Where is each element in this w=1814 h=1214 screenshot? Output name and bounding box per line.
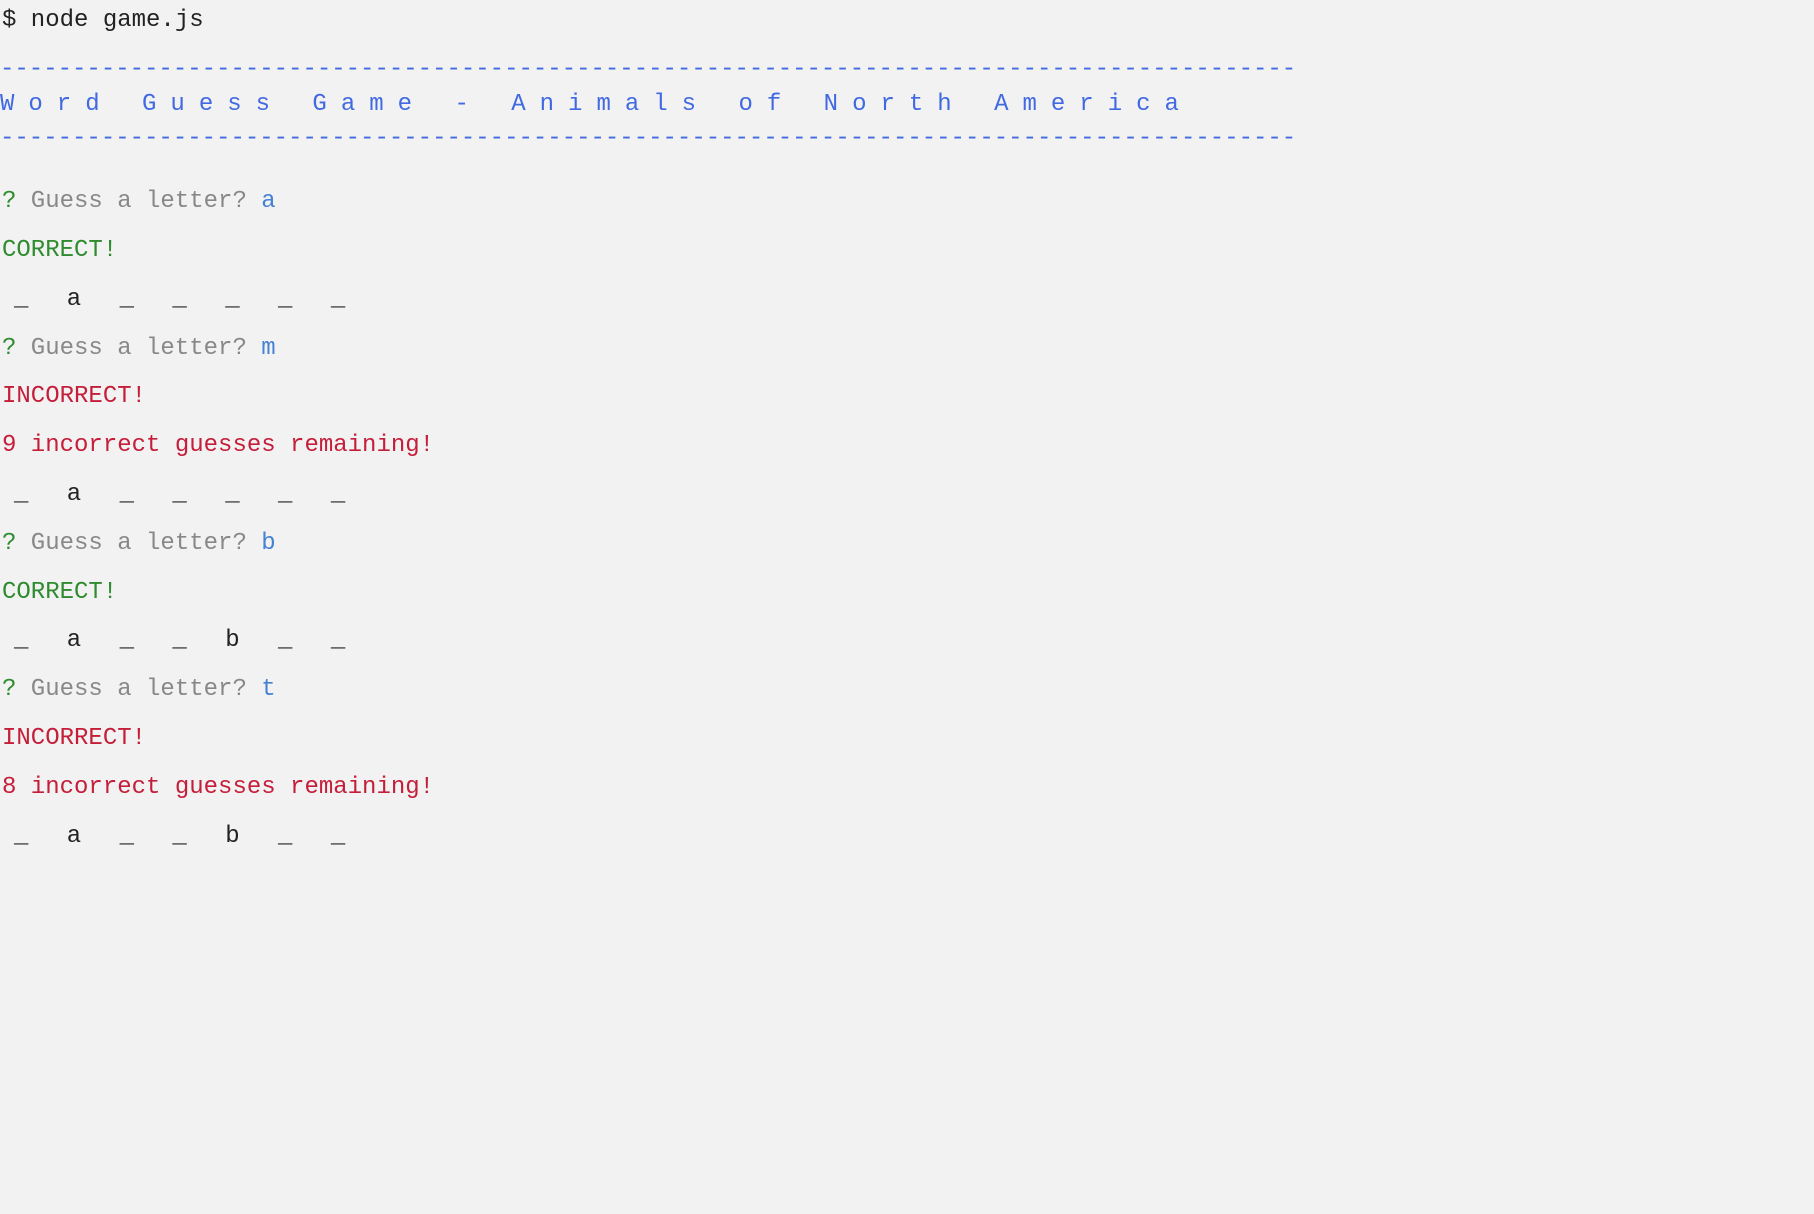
spacer [0,220,1814,234]
spacer [0,806,1814,820]
spacer [0,513,1814,527]
spacer [0,415,1814,429]
result-correct: CORRECT! [0,234,1814,269]
result-incorrect: INCORRECT! [0,380,1814,415]
word-state: _ a _ _ _ _ _ [0,283,1814,318]
question-mark-icon: ? [2,188,16,215]
game-title: Word Guess Game - Animals of North Ameri… [0,88,1814,123]
prompt-text: Guess a letter? [16,188,261,215]
user-answer: m [261,335,275,362]
guess-prompt[interactable]: ? Guess a letter? b [0,527,1814,562]
word-state: _ a _ _ b _ _ [0,624,1814,659]
spacer [0,464,1814,478]
divider-top: ----------------------------------------… [0,53,1814,88]
spacer [0,659,1814,673]
result-incorrect: INCORRECT! [0,722,1814,757]
prompt-text: Guess a letter? [16,335,261,362]
spacer [0,269,1814,283]
spacer [0,39,1814,53]
spacer [0,610,1814,624]
guess-prompt[interactable]: ? Guess a letter? m [0,332,1814,367]
spacer [0,562,1814,576]
guess-prompt[interactable]: ? Guess a letter? a [0,185,1814,220]
guesses-remaining: 9 incorrect guesses remaining! [0,429,1814,464]
guesses-remaining: 8 incorrect guesses remaining! [0,771,1814,806]
question-mark-icon: ? [2,676,16,703]
guess-prompt[interactable]: ? Guess a letter? t [0,673,1814,708]
result-correct: CORRECT! [0,576,1814,611]
command-line: $ node game.js [0,4,1814,39]
prompt-text: Guess a letter? [16,676,261,703]
word-state: _ a _ _ b _ _ [0,820,1814,855]
user-answer: a [261,188,275,215]
question-mark-icon: ? [2,335,16,362]
word-state: _ a _ _ _ _ _ [0,478,1814,513]
user-answer: t [261,676,275,703]
spacer [0,318,1814,332]
prompt-text: Guess a letter? [16,530,261,557]
divider-bottom: ----------------------------------------… [0,122,1814,157]
spacer [0,157,1814,185]
spacer [0,757,1814,771]
user-answer: b [261,530,275,557]
question-mark-icon: ? [2,530,16,557]
spacer [0,366,1814,380]
spacer [0,708,1814,722]
